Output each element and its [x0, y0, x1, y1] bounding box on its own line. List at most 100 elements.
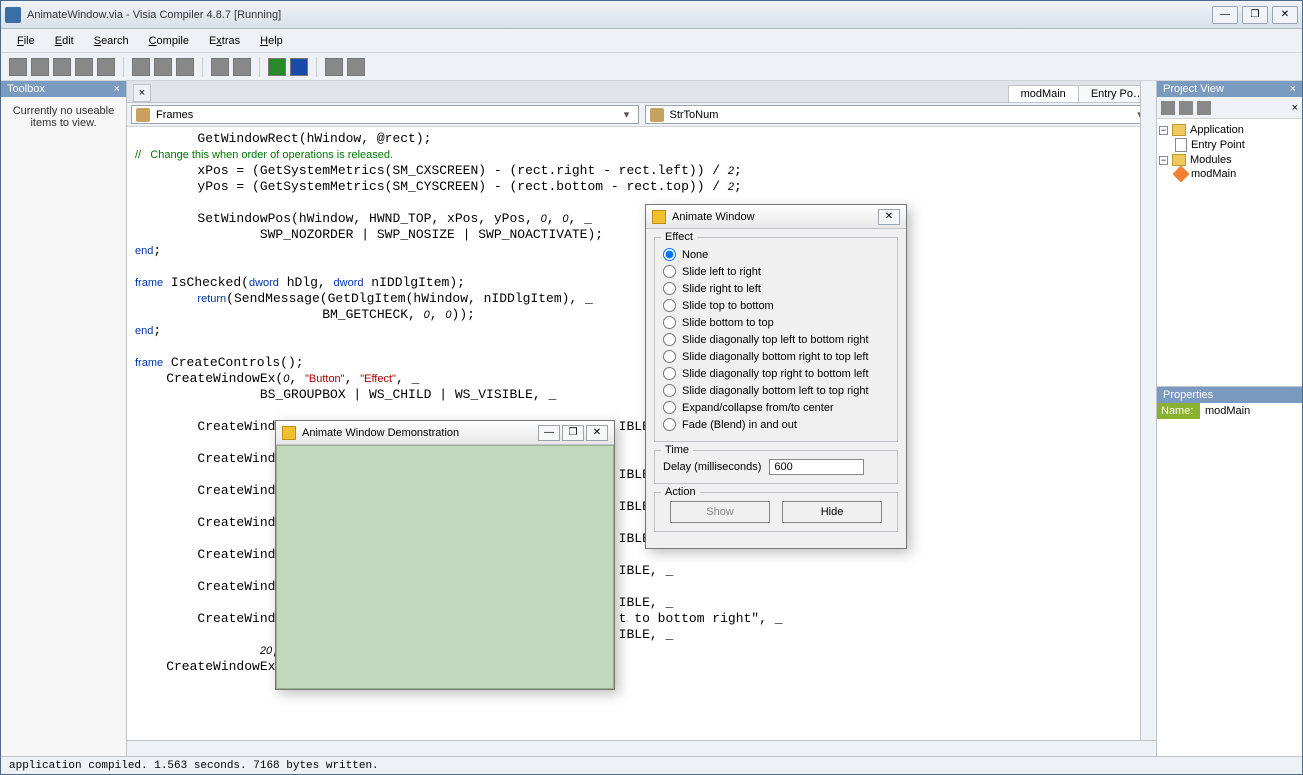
effect-radio-row[interactable]: Expand/collapse from/to center: [663, 399, 889, 416]
toolbar-undo-icon[interactable]: [211, 58, 229, 76]
menu-help[interactable]: Help: [252, 33, 291, 49]
properties-panel: Properties Name: modMain: [1156, 386, 1302, 756]
folder-icon: [1172, 154, 1186, 166]
scrollbar-horizontal[interactable]: [127, 740, 1156, 756]
tab-modmain[interactable]: modMain: [1008, 85, 1079, 102]
toolbar-sep: [259, 57, 260, 77]
effect-radio-row[interactable]: Slide left to right: [663, 263, 889, 280]
menu-compile[interactable]: Compile: [141, 33, 197, 49]
toolbar-cut-icon[interactable]: [132, 58, 150, 76]
effect-radio-row[interactable]: None: [663, 246, 889, 263]
menubar: File Edit Search Compile Extras Help: [1, 29, 1302, 53]
effect-radio-row[interactable]: Slide diagonally bottom right to top lef…: [663, 348, 889, 365]
effect-radio-row[interactable]: Slide bottom to top: [663, 314, 889, 331]
hide-button[interactable]: Hide: [782, 501, 882, 523]
effect-label: Expand/collapse from/to center: [682, 402, 834, 414]
folder-icon: [1172, 124, 1186, 136]
effect-label: Slide diagonally top right to bottom lef…: [682, 368, 869, 380]
toolbar-sep: [123, 57, 124, 77]
toolbar-paste-icon[interactable]: [176, 58, 194, 76]
maximize-button[interactable]: ❐: [1242, 6, 1268, 24]
toolbar-step-icon[interactable]: [325, 58, 343, 76]
project-tree[interactable]: − Application Entry Point − Modules: [1157, 119, 1302, 386]
toolbox-header: Toolbox ×: [1, 81, 126, 97]
menu-edit[interactable]: Edit: [47, 33, 82, 49]
project-view-title: Project View: [1163, 83, 1224, 95]
anim-title: Animate Window: [672, 211, 878, 223]
tree-label: Application: [1190, 124, 1244, 136]
member-combo-left[interactable]: Frames ▾: [131, 105, 639, 124]
toolbar-redo-icon[interactable]: [233, 58, 251, 76]
method-icon: [650, 108, 664, 122]
toolbar-saveall-icon[interactable]: [75, 58, 93, 76]
titlebar: AnimateWindow.via - Visia Compiler 4.8.7…: [1, 1, 1302, 29]
tab-close-icon[interactable]: ×: [133, 84, 151, 102]
pv-tool-icon[interactable]: [1161, 101, 1175, 115]
project-view-close-icon[interactable]: ×: [1290, 83, 1296, 95]
tree-node-modmain[interactable]: modMain: [1175, 167, 1300, 181]
property-value[interactable]: modMain: [1201, 403, 1302, 419]
anim-titlebar[interactable]: Animate Window ✕: [646, 205, 906, 229]
demo-max-button[interactable]: ❐: [562, 425, 584, 441]
pv-tool-icon[interactable]: [1179, 101, 1193, 115]
pv-tool-icon[interactable]: [1197, 101, 1211, 115]
warning-icon: [282, 426, 296, 440]
effect-radio[interactable]: [663, 367, 676, 380]
effect-radio-row[interactable]: Slide top to bottom: [663, 297, 889, 314]
effect-label: Slide right to left: [682, 283, 761, 295]
effect-radio[interactable]: [663, 333, 676, 346]
effect-label: Slide diagonally bottom left to top righ…: [682, 385, 869, 397]
demo-min-button[interactable]: —: [538, 425, 560, 441]
toolbar-run-icon[interactable]: [268, 58, 286, 76]
time-groupbox: Time Delay (milliseconds): [654, 450, 898, 484]
effect-radio-row[interactable]: Fade (Blend) in and out: [663, 416, 889, 433]
editor-tabs: × modMain Entry Po…: [127, 81, 1156, 103]
toolbar-save-icon[interactable]: [53, 58, 71, 76]
effect-radio[interactable]: [663, 316, 676, 329]
toolbox-empty-msg: Currently no useable items to view.: [1, 97, 126, 137]
project-view-header: Project View ×: [1157, 81, 1302, 97]
tree-collapse-icon[interactable]: −: [1159, 126, 1168, 135]
effect-label: None: [682, 249, 708, 261]
toolbar-break-icon[interactable]: [347, 58, 365, 76]
effect-radio-row[interactable]: Slide diagonally bottom left to top righ…: [663, 382, 889, 399]
member-combo-right[interactable]: StrToNum ▾: [645, 105, 1153, 124]
tree-label: Modules: [1190, 154, 1232, 166]
toolbar-sep: [316, 57, 317, 77]
toolbox-close-icon[interactable]: ×: [114, 83, 120, 95]
effect-radio[interactable]: [663, 350, 676, 363]
tree-collapse-icon[interactable]: −: [1159, 156, 1168, 165]
effect-radio[interactable]: [663, 299, 676, 312]
pv-close-icon[interactable]: ×: [1292, 102, 1298, 114]
tree-node-application[interactable]: − Application: [1159, 123, 1300, 137]
effect-radio-row[interactable]: Slide right to left: [663, 280, 889, 297]
effect-radio-row[interactable]: Slide diagonally top left to bottom righ…: [663, 331, 889, 348]
close-button[interactable]: ✕: [1272, 6, 1298, 24]
anim-close-button[interactable]: ✕: [878, 209, 900, 225]
minimize-button[interactable]: —: [1212, 6, 1238, 24]
effect-radio[interactable]: [663, 265, 676, 278]
scrollbar-vertical[interactable]: [1140, 81, 1156, 740]
demo-titlebar[interactable]: Animate Window Demonstration — ❐ ✕: [276, 421, 614, 445]
delay-input[interactable]: [769, 459, 864, 475]
effect-radio[interactable]: [663, 401, 676, 414]
show-button[interactable]: Show: [670, 501, 770, 523]
effect-radio[interactable]: [663, 282, 676, 295]
menu-file[interactable]: File: [9, 33, 43, 49]
menu-extras[interactable]: Extras: [201, 33, 248, 49]
tree-node-entrypoint[interactable]: Entry Point: [1175, 137, 1300, 153]
project-view-toolbar: ×: [1157, 97, 1302, 119]
toolbar-new-icon[interactable]: [9, 58, 27, 76]
demo-close-button[interactable]: ✕: [586, 425, 608, 441]
effect-label: Slide top to bottom: [682, 300, 774, 312]
effect-radio[interactable]: [663, 248, 676, 261]
effect-radio[interactable]: [663, 384, 676, 397]
effect-radio-row[interactable]: Slide diagonally top right to bottom lef…: [663, 365, 889, 382]
toolbar-stop-icon[interactable]: [290, 58, 308, 76]
effect-radio[interactable]: [663, 418, 676, 431]
toolbar-copy-icon[interactable]: [154, 58, 172, 76]
tree-label: Entry Point: [1191, 139, 1245, 151]
toolbar-open-icon[interactable]: [31, 58, 49, 76]
menu-search[interactable]: Search: [86, 33, 137, 49]
toolbar-print-icon[interactable]: [97, 58, 115, 76]
